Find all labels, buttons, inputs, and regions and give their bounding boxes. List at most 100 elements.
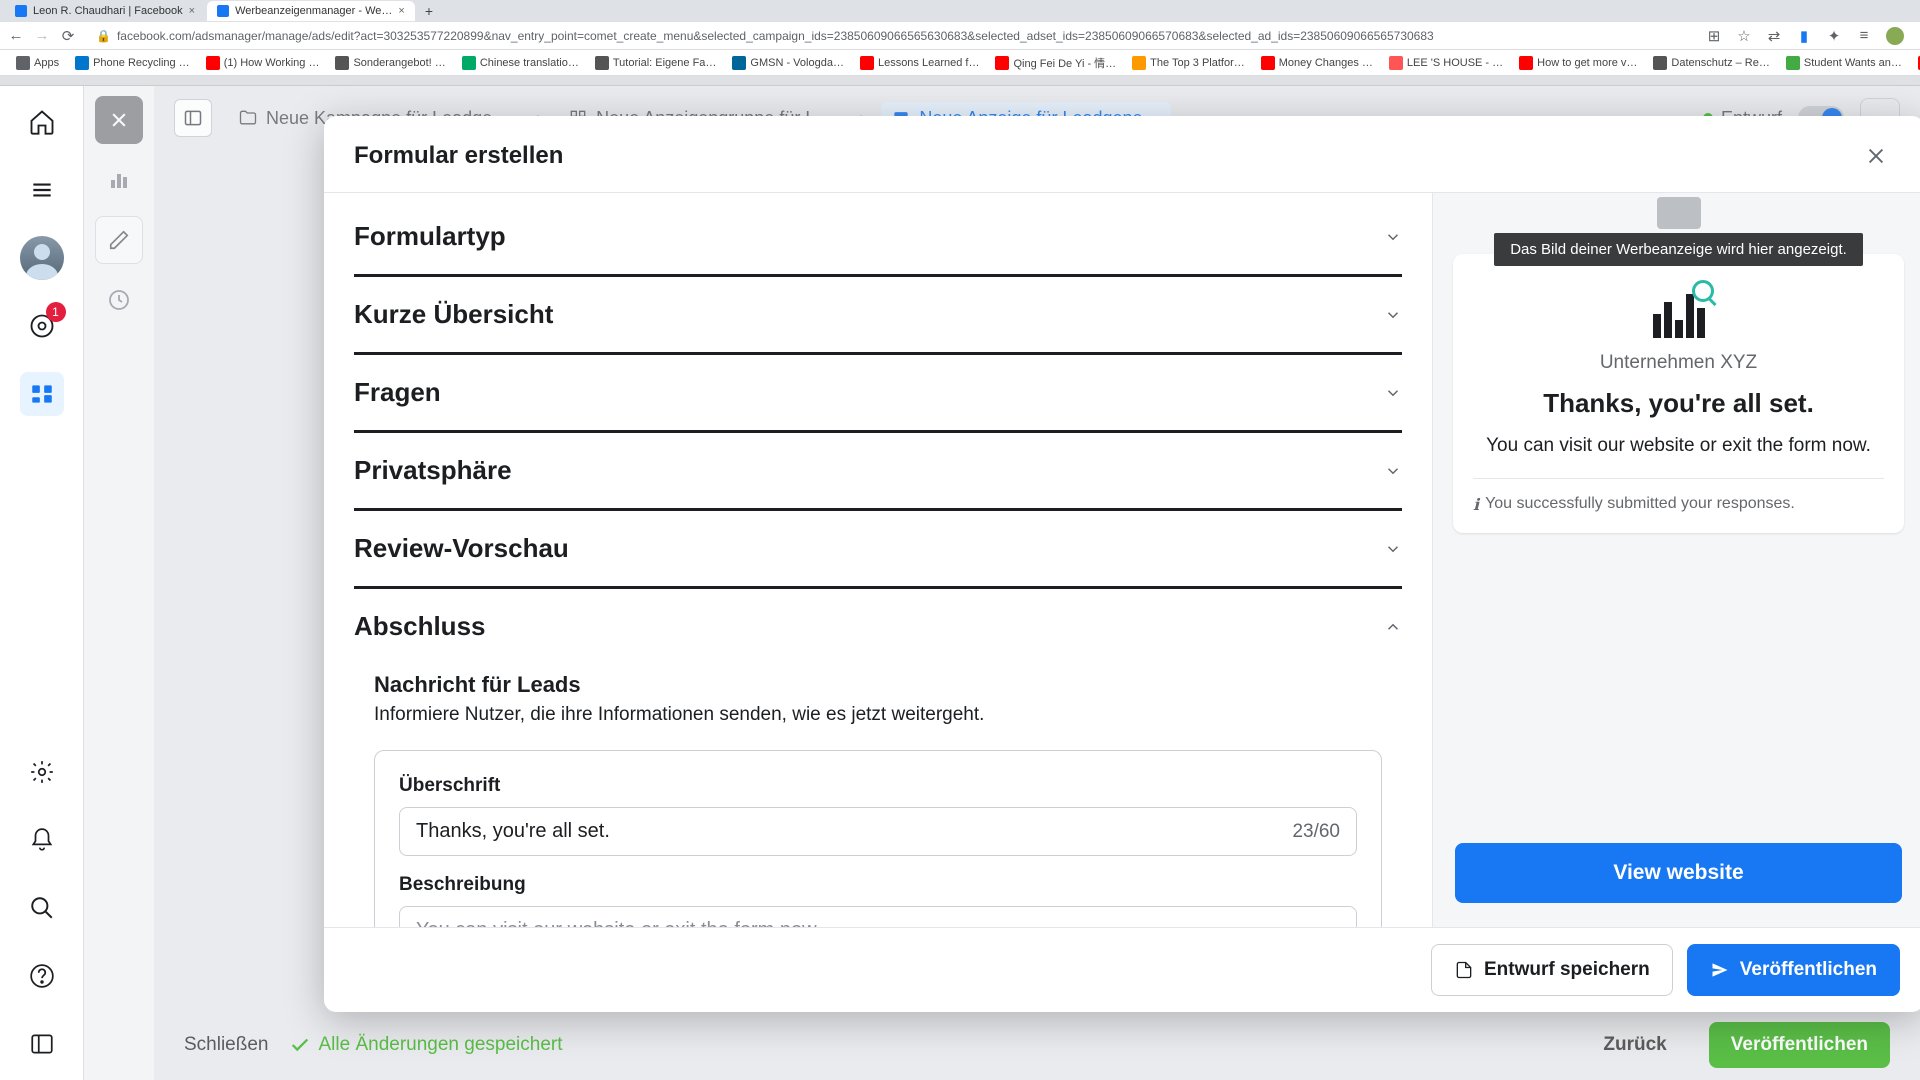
close-icon[interactable]: [1858, 138, 1894, 174]
preview-column: Das Bild deiner Werbeanzeige wird hier a…: [1432, 193, 1920, 927]
back-button[interactable]: Zurück: [1581, 1022, 1688, 1068]
bookmarks-bar: Apps Phone Recycling … (1) How Working ……: [0, 50, 1920, 76]
preview-info: ℹ You successfully submitted your respon…: [1473, 495, 1884, 515]
save-draft-button[interactable]: Entwurf speichern: [1431, 944, 1673, 996]
section-header[interactable]: Fragen: [354, 355, 1402, 430]
preview-heading: Thanks, you're all set.: [1473, 388, 1884, 419]
chart-icon[interactable]: [95, 156, 143, 204]
bookmark-item[interactable]: How to get more v…: [1513, 54, 1643, 72]
translate-icon[interactable]: ⇄: [1766, 28, 1782, 44]
bookmark-item[interactable]: Phone Recycling …: [69, 54, 196, 72]
preview-image-placeholder: [1453, 193, 1904, 233]
folder-icon: [238, 108, 258, 128]
close-icon[interactable]: ×: [398, 5, 404, 17]
info-icon: ℹ: [1473, 495, 1479, 515]
reload-icon[interactable]: ⟳: [60, 28, 76, 44]
section-header[interactable]: Formulartyp: [354, 199, 1402, 274]
list-icon[interactable]: ≡: [1856, 28, 1872, 44]
collapse-icon[interactable]: [20, 1022, 64, 1066]
form-column: Formulartyp Kurze Übersicht Fragen: [324, 193, 1432, 927]
subsection-description: Informiere Nutzer, die ihre Informatione…: [374, 704, 1382, 726]
publish-button[interactable]: Veröffentlichen: [1709, 1022, 1890, 1068]
preview-description: You can visit our website or exit the fo…: [1473, 433, 1884, 479]
url-text: facebook.com/adsmanager/manage/ads/edit?…: [117, 29, 1434, 43]
forward-icon[interactable]: →: [34, 28, 50, 44]
qr-icon[interactable]: ⊞: [1706, 28, 1722, 44]
extension-icon[interactable]: ▮: [1796, 28, 1812, 44]
puzzle-icon[interactable]: ✦: [1826, 28, 1842, 44]
browser-nav: ← → ⟳ 🔒 facebook.com/adsmanager/manage/a…: [0, 22, 1920, 50]
close-icon[interactable]: [95, 96, 143, 144]
chart-search-icon: [1648, 286, 1710, 338]
bookmark-item[interactable]: LEE 'S HOUSE - …: [1383, 54, 1509, 72]
draft-icon: [1454, 960, 1474, 980]
edit-nav: [84, 86, 154, 1080]
notifications-icon[interactable]: [20, 818, 64, 862]
bookmark-item[interactable]: How To Add A…: [1912, 54, 1920, 72]
section-formulartyp: Formulartyp: [354, 199, 1402, 277]
settings-icon[interactable]: [20, 750, 64, 794]
subsection-heading: Nachricht für Leads: [374, 672, 1382, 698]
description-input-field[interactable]: [416, 919, 1340, 927]
page-footer: Schließen Alle Änderungen gespeichert Zu…: [154, 1010, 1920, 1080]
overview-icon[interactable]: [20, 304, 64, 348]
browser-tab[interactable]: Leon R. Chaudhari | Facebook ×: [5, 1, 205, 21]
bookmark-item[interactable]: Student Wants an…: [1780, 54, 1908, 72]
lock-icon: 🔒: [96, 29, 111, 43]
url-bar[interactable]: 🔒 facebook.com/adsmanager/manage/ads/edi…: [86, 26, 1696, 46]
close-icon[interactable]: ×: [189, 5, 195, 17]
send-icon: [1710, 960, 1730, 980]
description-input[interactable]: [399, 906, 1357, 927]
browser-chrome: Leon R. Chaudhari | Facebook × Werbeanze…: [0, 0, 1920, 86]
ads-manager-icon[interactable]: [20, 372, 64, 416]
chevron-down-icon: [1384, 228, 1402, 246]
search-icon[interactable]: [20, 886, 64, 930]
back-icon[interactable]: ←: [8, 28, 24, 44]
bookmark-item[interactable]: Lessons Learned f…: [854, 54, 986, 72]
chevron-down-icon: [1384, 384, 1402, 402]
bookmark-item[interactable]: GMSN - Vologda…: [726, 54, 850, 72]
view-website-button[interactable]: View website: [1455, 843, 1902, 903]
bookmark-item[interactable]: Apps: [10, 54, 65, 72]
field-label: Überschrift: [399, 775, 1357, 797]
heading-input[interactable]: 23/60: [399, 807, 1357, 856]
close-button[interactable]: Schließen: [184, 1034, 269, 1056]
facebook-icon: [15, 5, 27, 17]
create-form-modal: Formular erstellen Formulartyp: [324, 116, 1920, 1012]
section-header[interactable]: Abschluss: [354, 589, 1402, 664]
facebook-icon: [217, 5, 229, 17]
chevron-down-icon: [1384, 306, 1402, 324]
bookmark-item[interactable]: Tutorial: Eigene Fa…: [589, 54, 723, 72]
bookmark-item[interactable]: Datenschutz – Re…: [1647, 54, 1775, 72]
star-icon[interactable]: ☆: [1736, 28, 1752, 44]
section-header[interactable]: Review-Vorschau: [354, 511, 1402, 586]
help-icon[interactable]: [20, 954, 64, 998]
history-icon[interactable]: [95, 276, 143, 324]
preview-card: Unternehmen XYZ Thanks, you're all set. …: [1453, 254, 1904, 533]
panel-icon[interactable]: [174, 99, 212, 137]
section-header[interactable]: Privatsphäre: [354, 433, 1402, 508]
new-tab-button[interactable]: +: [417, 3, 441, 19]
section-header[interactable]: Kurze Übersicht: [354, 277, 1402, 352]
preview-company: Unternehmen XYZ: [1473, 352, 1884, 374]
bookmark-item[interactable]: Money Changes …: [1255, 54, 1379, 72]
modal-footer: Entwurf speichern Veröffentlichen: [324, 927, 1920, 1012]
bookmark-item[interactable]: Sonderangebot! …: [329, 54, 451, 72]
check-icon: [289, 1034, 311, 1056]
publish-button[interactable]: Veröffentlichen: [1687, 944, 1900, 996]
avatar-icon[interactable]: [1886, 27, 1904, 45]
tab-strip: Leon R. Chaudhari | Facebook × Werbeanze…: [0, 0, 1920, 22]
bookmark-item[interactable]: The Top 3 Platfor…: [1126, 54, 1251, 72]
menu-icon[interactable]: [20, 168, 64, 212]
bookmark-item[interactable]: (1) How Working …: [200, 54, 326, 72]
saved-indicator: Alle Änderungen gespeichert: [289, 1034, 563, 1056]
home-icon[interactable]: [20, 100, 64, 144]
field-label: Beschreibung: [399, 874, 1357, 896]
edit-icon[interactable]: [95, 216, 143, 264]
heading-input-field[interactable]: [416, 820, 1292, 843]
avatar[interactable]: [20, 236, 64, 280]
bookmark-item[interactable]: Chinese translatio…: [456, 54, 585, 72]
browser-tab[interactable]: Werbeanzeigenmanager - We… ×: [207, 1, 415, 21]
chevron-down-icon: [1384, 462, 1402, 480]
bookmark-item[interactable]: Qing Fei De Yi - 情…: [989, 53, 1122, 73]
